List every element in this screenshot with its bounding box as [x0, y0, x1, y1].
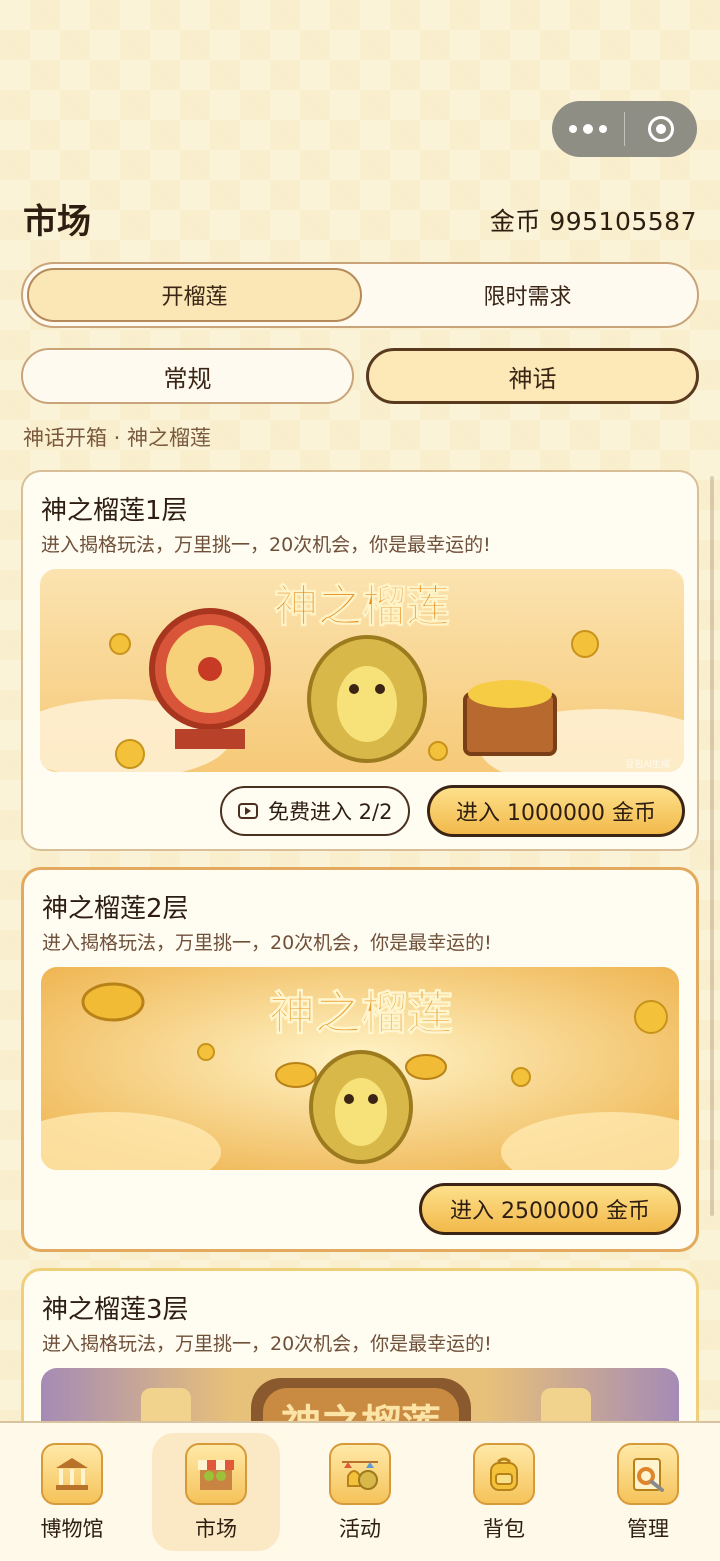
miniprogram-capsule [552, 101, 697, 157]
tab-manage[interactable]: 管理 [576, 1423, 720, 1561]
enter-button[interactable]: 进入 2500000 金币 [419, 1183, 681, 1235]
card-description: 进入揭格玩法，万里挑一，20次机会，你是最幸运的! [41, 534, 491, 556]
banner-title: 神之榴莲 [274, 581, 450, 632]
close-miniprogram-icon[interactable] [625, 116, 697, 142]
card-banner-image: 神之榴莲 [41, 967, 679, 1170]
free-entry-button[interactable]: 免费进入 2/2 [220, 786, 411, 836]
tab-open-durian[interactable]: 开榴莲 [27, 268, 362, 322]
tab-label: 管理 [627, 1517, 669, 1541]
scrollbar[interactable] [710, 476, 714, 1216]
filter-myth[interactable]: 神话 [366, 348, 699, 404]
museum-icon [41, 1443, 103, 1505]
backpack-icon [473, 1443, 535, 1505]
mode-segmented-control: 开榴莲 限时需求 [21, 262, 699, 328]
card-description: 进入揭格玩法，万里挑一，20次机会，你是最幸运的! [42, 1333, 492, 1355]
filter-regular[interactable]: 常规 [21, 348, 354, 404]
tab-label: 背包 [483, 1517, 525, 1541]
market-stall-icon [185, 1443, 247, 1505]
free-entry-label: 免费进入 2/2 [268, 800, 393, 824]
durian-floor-card: 神之榴莲1层 进入揭格玩法，万里挑一，20次机会，你是最幸运的! 神之榴莲 豆包… [21, 470, 699, 851]
tab-backpack[interactable]: 背包 [432, 1423, 576, 1561]
card-title: 神之榴莲2层 [42, 894, 189, 924]
more-menu-icon[interactable] [552, 124, 624, 134]
event-bells-icon [329, 1443, 391, 1505]
banner-watermark: 豆包AI生成 [625, 758, 670, 770]
enter-button[interactable]: 进入 1000000 金币 [427, 785, 685, 837]
coin-balance: 金币 995105587 [489, 207, 697, 236]
bottom-tab-bar: 博物馆 市场 活动 背包 管理 [0, 1421, 720, 1561]
durian-floor-card: 神之榴莲2层 进入揭格玩法，万里挑一，20次机会，你是最幸运的! 神之榴莲 进入… [21, 867, 699, 1252]
card-title: 神之榴莲1层 [41, 496, 188, 526]
page-title: 市场 [23, 202, 91, 242]
tab-limited-demand[interactable]: 限时需求 [362, 268, 693, 322]
banner-title: 神之榴莲 [269, 986, 453, 1040]
video-play-icon [238, 803, 258, 819]
card-description: 进入揭格玩法，万里挑一，20次机会，你是最幸运的! [42, 932, 492, 954]
breadcrumb: 神话开箱 · 神之榴莲 [23, 426, 212, 450]
tab-events[interactable]: 活动 [288, 1423, 432, 1561]
card-banner-image: 神之榴莲 豆包AI生成 [40, 569, 684, 772]
tab-label: 市场 [195, 1517, 237, 1541]
tab-label: 活动 [339, 1517, 381, 1541]
tab-museum[interactable]: 博物馆 [0, 1423, 144, 1561]
tab-market[interactable]: 市场 [144, 1423, 288, 1561]
tab-label: 博物馆 [40, 1517, 104, 1541]
settings-tools-icon [617, 1443, 679, 1505]
card-title: 神之榴莲3层 [42, 1295, 189, 1325]
